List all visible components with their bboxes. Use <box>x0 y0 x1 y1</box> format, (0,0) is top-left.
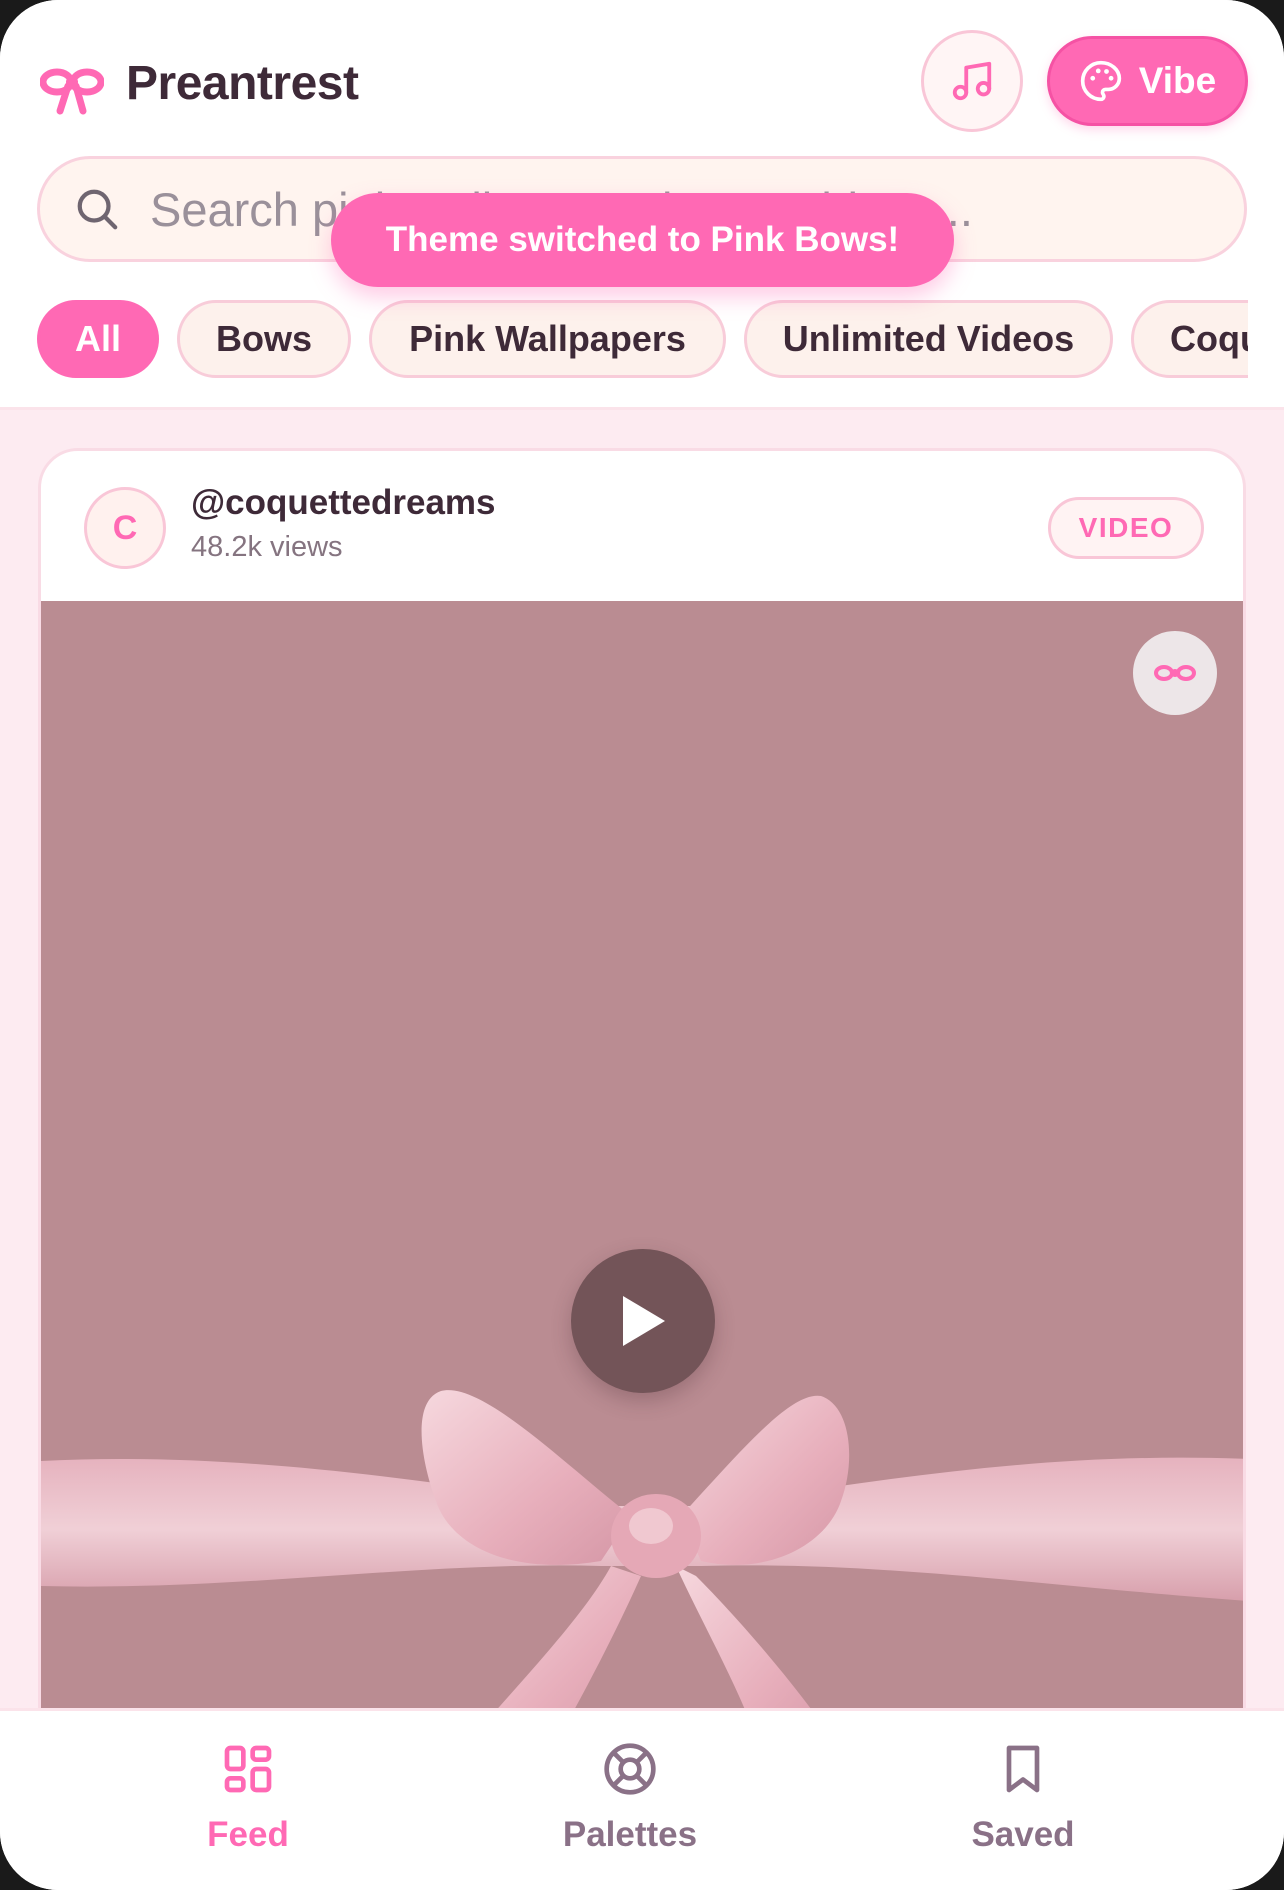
nav-saved[interactable]: Saved <box>883 1741 1163 1871</box>
video-thumbnail[interactable] <box>41 601 1243 1745</box>
play-button[interactable] <box>571 1249 715 1393</box>
palette-icon <box>1080 60 1121 102</box>
avatar[interactable]: C <box>84 487 166 569</box>
nav-palettes-label: Palettes <box>562 1815 698 1854</box>
music-button[interactable] <box>921 30 1023 132</box>
brand: Preantrest <box>40 48 359 118</box>
chip-pink-wallpapers[interactable]: Pink Wallpapers <box>369 300 726 378</box>
music-note-icon <box>952 61 992 101</box>
post-username[interactable]: @coquettedreams <box>191 483 496 523</box>
bow-illustration <box>41 1390 1243 1745</box>
chip-unlimited-videos[interactable]: Unlimited Videos <box>744 300 1113 378</box>
bookmark-icon <box>1006 1745 1040 1793</box>
chip-bows[interactable]: Bows <box>177 300 351 378</box>
post-header: C @coquettedreams 48.2k views VIDEO <box>41 451 1243 601</box>
app-screen: Preantrest Vibe Search Theme switched to… <box>0 0 1284 1890</box>
feed: C @coquettedreams 48.2k views VIDEO <box>0 410 1284 1748</box>
grid-icon <box>224 1745 272 1793</box>
video-badge: VIDEO <box>1048 497 1204 559</box>
bow-logo-icon <box>40 68 104 115</box>
app-title: Preantrest <box>126 56 359 110</box>
nav-saved-label: Saved <box>971 1815 1075 1854</box>
post-card[interactable]: C @coquettedreams 48.2k views VIDEO <box>38 448 1246 1748</box>
post-views: 48.2k views <box>191 531 343 563</box>
vibe-button[interactable]: Vibe <box>1047 36 1248 126</box>
toast-notification: Theme switched to Pink Bows! <box>331 193 954 287</box>
save-bow-button[interactable] <box>1133 631 1217 715</box>
play-icon <box>623 1296 665 1346</box>
chip-all[interactable]: All <box>37 300 159 378</box>
nav-palettes[interactable]: Palettes <box>490 1741 770 1871</box>
nav-feed[interactable]: Feed <box>108 1741 388 1871</box>
bottom-navigation: Feed Palettes Saved <box>0 1708 1284 1890</box>
app-header: Preantrest Vibe Search Theme switched to… <box>0 0 1284 410</box>
chip-coquette[interactable]: Coqu <box>1131 300 1248 378</box>
category-chips: All Bows Pink Wallpapers Unlimited Video… <box>37 300 1248 380</box>
nav-feed-label: Feed <box>207 1815 289 1854</box>
search-icon <box>77 189 118 230</box>
bow-icon <box>1154 665 1196 681</box>
vibe-button-label: Vibe <box>1138 60 1217 101</box>
lifebuoy-icon <box>604 1743 656 1795</box>
